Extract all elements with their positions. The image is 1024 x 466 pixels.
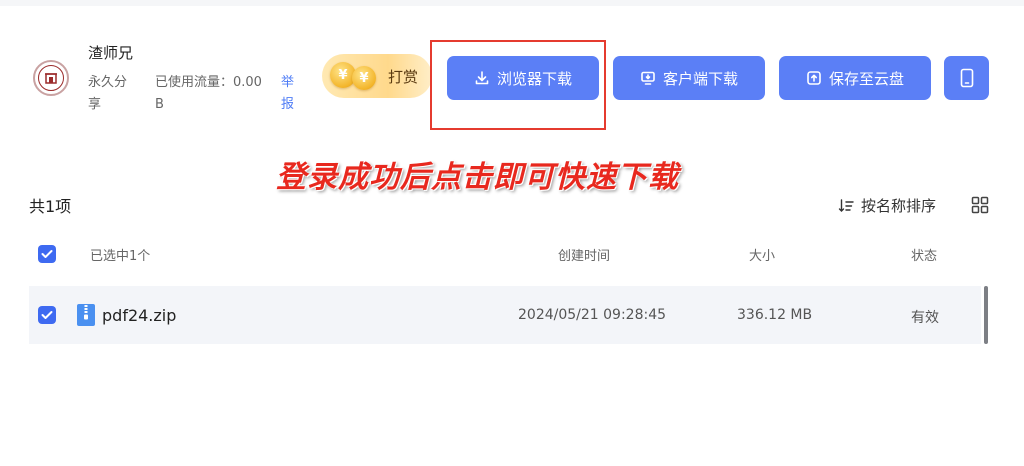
check-icon	[41, 311, 53, 319]
avatar[interactable]	[33, 60, 69, 96]
column-size: 大小	[749, 249, 776, 264]
file-created: 2024/05/21 09:28:45	[518, 307, 667, 323]
zip-file-icon	[77, 304, 95, 326]
selected-count: 已选中1个	[90, 249, 151, 264]
grid-view-icon[interactable]	[971, 196, 989, 214]
select-all-checkbox[interactable]	[38, 245, 56, 263]
monitor-icon	[640, 70, 656, 86]
sort-icon	[838, 198, 854, 213]
share-type: 永久分享	[88, 75, 128, 112]
file-name[interactable]: pdf24.zip	[102, 306, 176, 325]
file-size: 336.12 MB	[737, 307, 813, 323]
file-status: 有效	[911, 310, 939, 326]
scrollbar[interactable]	[984, 286, 988, 344]
sort-label: 按名称排序	[861, 197, 937, 215]
traffic-used: 已使用流量：0.00 B	[155, 75, 262, 112]
tip-button[interactable]: ¥ ¥ 打赏	[322, 54, 432, 98]
save-to-cloud-button[interactable]: 保存至云盘	[779, 56, 931, 100]
report-link[interactable]: 举报	[281, 72, 297, 116]
top-bar	[0, 0, 1024, 6]
upload-cloud-icon	[806, 70, 822, 86]
column-status: 状态	[911, 249, 938, 264]
file-checkbox[interactable]	[38, 306, 56, 324]
university-logo-icon	[38, 65, 64, 91]
tip-label: 打赏	[388, 68, 419, 86]
file-row[interactable]: pdf24.zip 2024/05/21 09:28:45 336.12 MB …	[29, 286, 981, 344]
client-download-label: 客户端下载	[662, 69, 738, 88]
coin-icon: ¥	[352, 66, 376, 90]
item-count: 共1项	[29, 197, 72, 216]
phone-icon	[959, 68, 975, 88]
annotation-text: 登录成功后点击即可快速下载	[276, 160, 679, 195]
save-to-cloud-label: 保存至云盘	[828, 69, 904, 88]
mobile-button[interactable]	[944, 56, 989, 100]
sort-by-name-button[interactable]: 按名称排序	[838, 195, 936, 216]
username: 渣师兄	[88, 44, 134, 62]
highlight-box	[430, 40, 606, 130]
client-download-button[interactable]: 客户端下载	[613, 56, 765, 100]
column-created: 创建时间	[558, 249, 611, 264]
check-icon	[41, 250, 53, 258]
